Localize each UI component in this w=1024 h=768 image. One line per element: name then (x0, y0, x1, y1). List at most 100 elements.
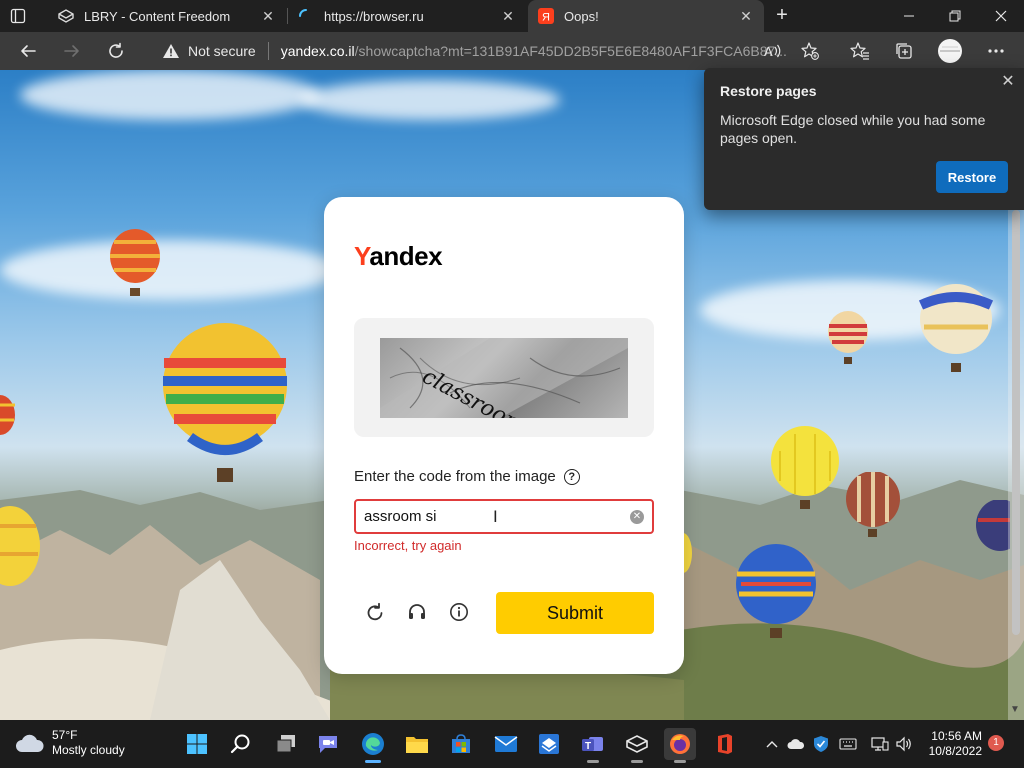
error-message: Incorrect, try again (354, 538, 462, 553)
cloud (20, 70, 320, 120)
taskbar: 57°F Mostly cloudy T 10:56 AM 10/8/2022 … (0, 720, 1024, 768)
tab-oops[interactable]: Я Oops! ✕ (528, 0, 764, 32)
clock-date: 10/8/2022 (928, 744, 982, 758)
security-label[interactable]: Not secure (188, 43, 256, 59)
file-explorer-icon[interactable] (401, 728, 433, 760)
restore-button[interactable]: Restore (936, 161, 1008, 193)
svg-text:Я: Я (542, 12, 550, 24)
restore-pages-popup: Restore pages ✕ Microsoft Edge closed wh… (704, 68, 1024, 210)
close-window-icon[interactable] (978, 0, 1024, 32)
info-icon[interactable] (448, 601, 470, 623)
refresh-icon[interactable] (104, 39, 128, 63)
add-favorite-icon[interactable] (798, 39, 822, 63)
svg-text:A: A (764, 44, 773, 59)
balloon (771, 426, 839, 509)
onedrive-icon[interactable] (786, 734, 806, 754)
close-icon[interactable]: ✕ (260, 8, 276, 24)
close-icon[interactable]: ✕ (500, 8, 516, 24)
firefox-icon[interactable] (664, 728, 696, 763)
minimize-icon[interactable] (886, 0, 932, 32)
active-indicator (365, 760, 381, 763)
balloon (110, 229, 160, 296)
lbry-icon (58, 8, 74, 24)
restore-window-icon[interactable] (932, 0, 978, 32)
network-icon[interactable] (870, 734, 890, 754)
popup-message: Microsoft Edge closed while you had some… (720, 112, 986, 146)
forward-icon[interactable] (60, 39, 84, 63)
store-icon[interactable] (445, 728, 477, 760)
cloud (0, 240, 340, 300)
captcha-image: classroom side (380, 338, 628, 418)
chevron-up-icon[interactable] (762, 734, 782, 754)
captcha-prompt: Enter the code from the image ? (354, 468, 580, 485)
address-bar[interactable]: Not secure yandex.co.il /showcaptcha?mt=… (150, 36, 830, 66)
chat-icon[interactable] (312, 728, 344, 760)
keyboard-icon[interactable] (838, 734, 858, 754)
running-indicator (587, 760, 599, 763)
cloud-icon (16, 734, 44, 752)
logo-letter: Y (354, 241, 370, 271)
scroll-down-icon[interactable]: ▼ (1010, 704, 1020, 715)
profile-avatar[interactable] (937, 38, 963, 64)
captcha-answer-field[interactable]: I ✕ (354, 499, 654, 534)
clear-icon[interactable]: ✕ (630, 510, 644, 524)
close-icon[interactable]: ✕ (738, 8, 754, 24)
tab-title: LBRY - Content Freedom (84, 8, 231, 24)
weather-condition: Mostly cloudy (52, 743, 125, 757)
weather-temperature: 57°F (52, 728, 78, 742)
back-icon[interactable] (16, 39, 40, 63)
scrollbar-thumb[interactable] (1012, 210, 1020, 635)
edge-app-icon[interactable] (357, 728, 389, 763)
teams-icon[interactable]: T (577, 728, 609, 763)
balloon (976, 500, 1010, 551)
weather-widget[interactable]: 57°F Mostly cloudy (14, 728, 125, 758)
yandex-logo: Yandex (354, 241, 443, 272)
tab-strip: LBRY - Content Freedom ✕ https://browser… (0, 0, 1024, 32)
balloon (846, 472, 900, 537)
reload-captcha-icon[interactable] (364, 601, 386, 623)
search-icon[interactable] (225, 728, 257, 760)
start-icon[interactable] (181, 728, 213, 760)
running-indicator (674, 760, 686, 763)
url-divider (267, 42, 269, 60)
tab-lbry[interactable]: LBRY - Content Freedom ✕ (48, 0, 286, 32)
tab-browser-ru[interactable]: https://browser.ru ✕ (288, 0, 526, 32)
task-view-icon[interactable] (270, 728, 302, 760)
audio-captcha-icon[interactable] (406, 601, 428, 623)
volume-icon[interactable] (894, 734, 914, 754)
logo-text: andex (369, 241, 443, 271)
balloon (918, 284, 994, 372)
yandex-icon: Я (538, 8, 554, 24)
close-icon[interactable]: ✕ (1000, 74, 1016, 90)
more-options-icon[interactable] (984, 39, 1008, 63)
address-toolbar: Not secure yandex.co.il /showcaptcha?mt=… (0, 32, 1024, 70)
captcha-input[interactable] (364, 508, 614, 525)
balloon (163, 323, 287, 482)
captcha-card: Yandex classroom side Enter the code fro… (324, 197, 684, 674)
mail-icon[interactable] (490, 728, 522, 760)
collections-icon[interactable] (892, 39, 916, 63)
svg-text:T: T (585, 741, 591, 752)
office-icon[interactable] (708, 728, 740, 760)
running-indicator (631, 760, 643, 763)
favorites-icon[interactable] (848, 39, 872, 63)
clock-time: 10:56 AM (931, 729, 982, 743)
balloon (736, 544, 816, 638)
balloon (0, 395, 15, 435)
tab-actions-icon[interactable] (10, 8, 26, 24)
system-clock[interactable]: 10:56 AM 10/8/2022 (924, 729, 982, 759)
prompt-text: Enter the code from the image (354, 468, 556, 485)
warning-icon[interactable] (162, 43, 180, 59)
read-aloud-icon[interactable]: A (761, 39, 785, 63)
notification-badge[interactable]: 1 (988, 735, 1004, 751)
tab-title: https://browser.ru (324, 8, 424, 24)
defender-icon[interactable] (811, 734, 831, 754)
photos-app-icon[interactable] (533, 728, 565, 760)
popup-title: Restore pages (720, 83, 817, 99)
lbry-app-icon[interactable] (621, 728, 653, 763)
help-icon[interactable]: ? (563, 468, 580, 485)
submit-button[interactable]: Submit (496, 592, 654, 634)
new-tab-icon[interactable]: + (772, 5, 792, 26)
url-path: /showcaptcha?mt=131B91AF45DD2B5F5E6E8480… (354, 43, 787, 59)
balloon (683, 533, 692, 573)
